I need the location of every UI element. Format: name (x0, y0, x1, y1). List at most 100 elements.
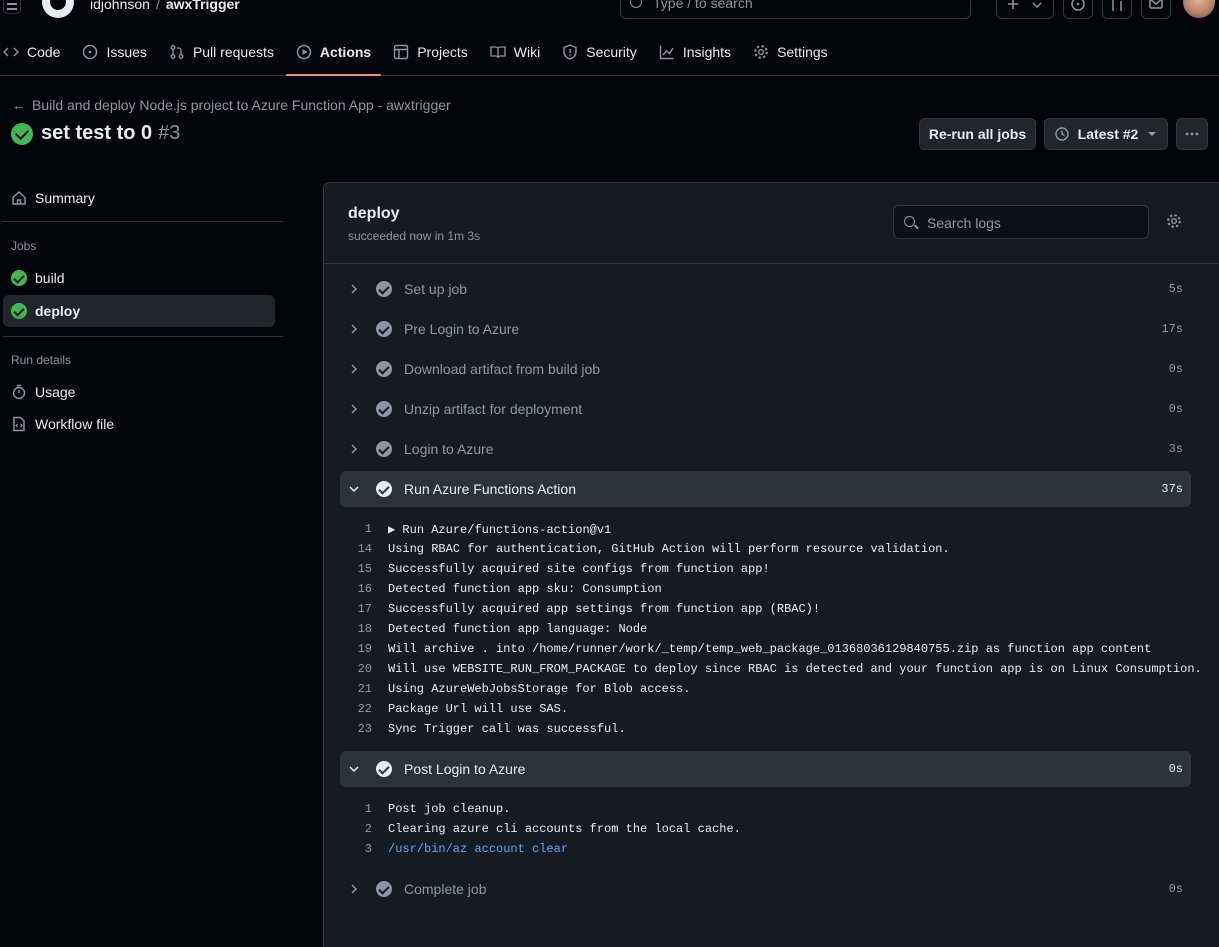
step-row[interactable]: Login to Azure 3s (340, 431, 1191, 467)
step-duration: 0s (1168, 362, 1183, 376)
line-number[interactable]: 19 (340, 642, 388, 656)
log-line[interactable]: 21 Using AzureWebJobsStorage for Blob acc… (340, 679, 1191, 699)
search-logs-input[interactable]: Search logs (893, 205, 1149, 239)
sidebar-summary-label: Summary (35, 190, 95, 206)
table-icon (394, 44, 409, 60)
step-row[interactable]: Unzip artifact for deployment 0s (340, 391, 1191, 427)
log-line-command[interactable]: 3/usr/bin/az account clear (340, 839, 1191, 859)
log-line[interactable]: 16 Detected function app sku: Consumption (340, 579, 1191, 599)
step-row-expanded[interactable]: Run Azure Functions Action 37s (340, 471, 1191, 507)
tab-security[interactable]: Security (552, 36, 647, 68)
step-duration: 37s (1161, 482, 1183, 496)
log-line[interactable]: 20 Will use WEBSITE_RUN_FROM_PACKAGE to d… (340, 659, 1202, 679)
step-row[interactable]: Pre Login to Azure 17s (340, 311, 1191, 347)
line-number[interactable]: 2 (340, 822, 388, 836)
step-name: Download artifact from build job (404, 361, 601, 377)
tab-settings[interactable]: Settings (743, 36, 838, 68)
log-line[interactable]: 22 Package Url will use SAS. (340, 699, 1191, 719)
success-check-icon (11, 303, 27, 319)
tab-issues[interactable]: Issues (72, 36, 156, 68)
tab-issues-label: Issues (106, 44, 147, 60)
github-logo-icon[interactable] (42, 0, 74, 18)
log-line[interactable]: 15 Successfully acquired site configs fro… (340, 559, 1191, 579)
line-number[interactable]: 15 (340, 562, 388, 576)
step-row[interactable]: Complete job 0s (340, 871, 1191, 907)
log-text: Detected function app sku: Consumption (388, 582, 662, 596)
job-name: deploy (348, 205, 400, 222)
sidebar-build-label: build (35, 270, 65, 286)
chevron-right-icon (340, 443, 368, 455)
create-new-button[interactable] (996, 0, 1054, 19)
log-text: Successfully acquired app settings from … (388, 602, 821, 616)
step-row-expanded[interactable]: Post Login to Azure 0s (340, 751, 1191, 787)
issues-button[interactable] (1063, 0, 1093, 19)
sidebar-divider (3, 221, 283, 222)
line-number[interactable]: 22 (340, 702, 388, 716)
panel-divider (324, 263, 1219, 264)
line-number[interactable]: 17 (340, 602, 388, 616)
line-number[interactable]: 16 (340, 582, 388, 596)
sidebar-item-usage[interactable]: Usage (3, 376, 275, 408)
sidebar-item-workflow-file[interactable]: Workflow file (3, 408, 275, 440)
step-name: Complete job (404, 881, 487, 897)
book-icon (490, 46, 506, 59)
log-text: Will use WEBSITE_RUN_FROM_PACKAGE to dep… (388, 662, 1202, 676)
log-line[interactable]: 1 Post job cleanup. (340, 799, 1191, 819)
line-number[interactable]: 21 (340, 682, 388, 696)
log-text: Package Url will use SAS. (388, 702, 569, 716)
line-number[interactable]: 1 (340, 522, 388, 536)
avatar[interactable] (1183, 0, 1215, 18)
global-search-input[interactable]: Type / to search (620, 0, 971, 19)
code-icon (3, 47, 19, 57)
chevron-right-icon (340, 403, 368, 415)
line-number[interactable]: 23 (340, 722, 388, 736)
step-row[interactable]: Download artifact from build job 0s (340, 351, 1191, 387)
log-line[interactable]: 19 Will archive . into /home/runner/work/… (340, 639, 1191, 659)
workflow-back-link[interactable]: ← Build and deploy Node.js project to Azu… (12, 97, 451, 113)
log-command-text: /usr/bin/az account clear (388, 842, 569, 856)
tab-projects[interactable]: Projects (383, 36, 478, 68)
tab-wiki[interactable]: Wiki (480, 36, 550, 68)
log-line[interactable]: 23 Sync Trigger call was successful. (340, 719, 1191, 739)
more-options-button[interactable] (1176, 118, 1208, 150)
log-line[interactable]: 18 Detected function app language: Node (340, 619, 1191, 639)
latest-attempt-button[interactable]: Latest #2 (1044, 118, 1168, 150)
sidebar-item-build[interactable]: build (3, 262, 275, 294)
line-number[interactable]: 20 (340, 662, 388, 676)
chevron-right-icon (340, 323, 368, 335)
rerun-all-jobs-button[interactable]: Re-run all jobs (919, 118, 1036, 150)
step-name: Login to Azure (404, 441, 494, 457)
tab-pull-requests-label: Pull requests (192, 44, 274, 60)
tab-insights[interactable]: Insights (649, 36, 741, 68)
line-number[interactable]: 18 (340, 622, 388, 636)
line-number[interactable]: 14 (340, 542, 388, 556)
step-row[interactable]: Set up job 5s (340, 271, 1191, 307)
log-line[interactable]: 17 Successfully acquired app settings fro… (340, 599, 1191, 619)
inbox-button[interactable] (1141, 0, 1171, 19)
pull-requests-button[interactable] (1102, 0, 1132, 19)
pull-request-icon (1112, 0, 1122, 11)
gear-icon[interactable] (1166, 213, 1182, 229)
run-title-text: set test to 0 (41, 122, 153, 144)
search-icon (630, 0, 642, 8)
sidebar-divider (3, 336, 283, 337)
log-text: Successfully acquired site configs from … (388, 562, 770, 576)
log-text: Will archive . into /home/runner/work/_t… (388, 642, 1152, 656)
line-number[interactable]: 1 (340, 802, 388, 816)
tab-actions[interactable]: Actions (285, 36, 382, 76)
sidebar-item-summary[interactable]: Summary (3, 182, 275, 214)
chevron-right-icon (340, 283, 368, 295)
tab-pull-requests[interactable]: Pull requests (159, 36, 284, 68)
sidebar-item-deploy[interactable]: deploy (3, 295, 275, 327)
repo-link[interactable]: awxTrigger (166, 0, 240, 12)
log-line[interactable]: 14 Using RBAC for authentication, GitHub … (340, 539, 1191, 559)
log-line[interactable]: 2 Clearing azure cli accounts from the lo… (340, 819, 1191, 839)
step-success-icon (376, 401, 392, 417)
chevron-down-icon (340, 483, 368, 495)
tab-code[interactable]: Code (0, 36, 70, 68)
owner-link[interactable]: idjohnson (90, 0, 150, 12)
log-line[interactable]: 1 ▶ Run Azure/functions-action@v1 (340, 519, 1191, 539)
line-number[interactable]: 3 (340, 842, 388, 856)
menu-icon[interactable] (3, 0, 21, 14)
inbox-icon (1149, 0, 1163, 9)
